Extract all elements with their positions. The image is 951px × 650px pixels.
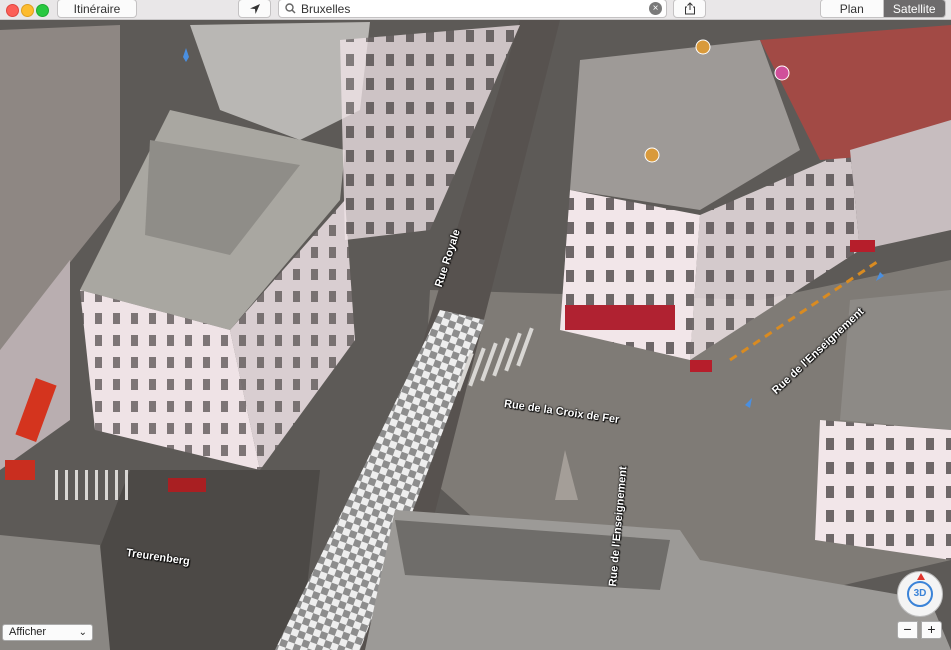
compass-north-icon <box>917 573 925 580</box>
minimize-window-button[interactable] <box>21 4 34 17</box>
3d-toggle-label: 3D <box>907 581 933 607</box>
toolbar: Itinéraire Bruxelles × Plan Satellite <box>0 0 951 20</box>
compass-3d-button[interactable]: 3D <box>897 571 943 617</box>
satellite-mode-button[interactable]: Satellite <box>883 0 945 17</box>
share-icon <box>684 2 695 15</box>
zoom-out-button[interactable]: − <box>897 621 918 639</box>
location-arrow-icon <box>249 3 260 14</box>
satellite-map[interactable]: Rue Royale Rue de la Croix de Fer Rue de… <box>0 20 951 650</box>
close-window-button[interactable] <box>6 4 19 17</box>
current-location-button[interactable] <box>238 0 271 18</box>
show-menu-select[interactable]: Afficher ⌄ <box>2 624 93 641</box>
search-icon <box>285 3 296 14</box>
zoom-in-button[interactable]: + <box>921 621 942 639</box>
chevron-down-icon: ⌄ <box>78 627 87 638</box>
search-input[interactable]: Bruxelles <box>301 2 350 16</box>
itinerary-button[interactable]: Itinéraire <box>57 0 137 18</box>
share-button[interactable] <box>673 0 706 18</box>
zoom-window-button[interactable] <box>36 4 49 17</box>
search-field[interactable]: Bruxelles × <box>278 0 667 18</box>
plan-mode-button[interactable]: Plan <box>821 0 884 17</box>
clear-search-icon[interactable]: × <box>649 2 662 15</box>
map-mode-control: Plan Satellite <box>820 0 946 18</box>
show-menu-label: Afficher <box>9 626 47 638</box>
